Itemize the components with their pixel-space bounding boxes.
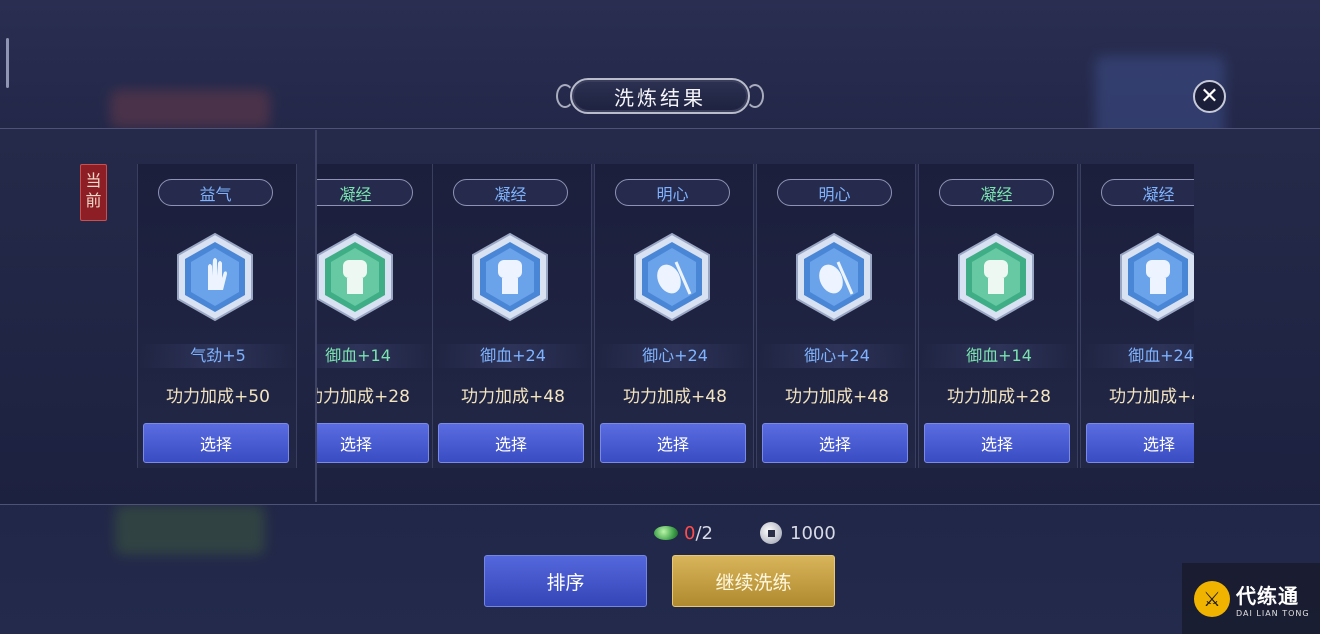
card-name: 凝经 (939, 179, 1054, 206)
card-power: 功力加成+28 (317, 387, 410, 407)
watermark-logo-icon: ⚔ (1194, 580, 1230, 617)
dialog-title: 洗炼结果 (570, 78, 750, 114)
select-button[interactable]: 选择 (143, 423, 289, 463)
watermark-subtext: DAI LIAN TONG (1236, 608, 1310, 618)
card-power: 功力加成+48 (1109, 387, 1194, 407)
current-tag: 当前 (80, 164, 107, 221)
result-card: 凝经 御血+14 功力加成+28 选择 (918, 164, 1079, 468)
watermark: ⚔ 代练通 DAI LIAN TONG (1182, 563, 1320, 634)
fist-icon (1120, 232, 1194, 322)
sort-button[interactable]: 排序 (484, 555, 647, 607)
result-card: 凝经 御血+14 功力加成+28 选择 (317, 164, 438, 468)
watermark-text: 代练通 (1236, 583, 1299, 608)
close-button[interactable]: ✕ (1193, 80, 1226, 113)
card-power: 功力加成+50 (166, 387, 270, 407)
current-card: 益气 气劲+5 功力加成+50 选择 (137, 164, 298, 468)
coin-amount: 1000 (790, 522, 836, 544)
fist-icon (317, 232, 393, 322)
card-name: 凝经 (317, 179, 413, 206)
result-cards-scroller[interactable]: 凝经 御血+14 功力加成+28 选择 凝经 御血+24 功力加成+48 选择 … (317, 150, 1194, 480)
fist-icon (958, 232, 1034, 322)
fist-icon (472, 232, 548, 322)
card-power: 功力加成+48 (623, 387, 727, 407)
background-blur-panel (115, 505, 265, 555)
dialog-title-banner: 洗炼结果 (556, 76, 764, 116)
select-button[interactable]: 选择 (762, 423, 908, 463)
card-name: 凝经 (453, 179, 568, 206)
card-name: 明心 (615, 179, 730, 206)
card-stat: 御心+24 (757, 344, 917, 368)
result-card: 凝经 御血+24 功力加成+48 选择 (432, 164, 593, 468)
card-name: 明心 (777, 179, 892, 206)
select-button[interactable]: 选择 (924, 423, 1070, 463)
select-button[interactable]: 选择 (1086, 423, 1194, 463)
result-card: 明心 御心+24 功力加成+48 选择 (756, 164, 917, 468)
background-blur-panel (110, 90, 270, 128)
jade-icon (654, 526, 678, 540)
palm-icon (177, 232, 253, 322)
shield-icon (796, 232, 872, 322)
card-power: 功力加成+48 (461, 387, 565, 407)
title-ornament-right (746, 84, 764, 108)
select-button[interactable]: 选择 (600, 423, 746, 463)
scroll-indicator (6, 38, 9, 88)
coin-counter: 1000 (760, 520, 836, 546)
result-card: 明心 御心+24 功力加成+48 选择 (594, 164, 755, 468)
select-button[interactable]: 选择 (438, 423, 584, 463)
card-stat: 气劲+5 (138, 344, 298, 368)
card-stat: 御血+14 (317, 344, 438, 368)
gem-current: 0 (684, 522, 696, 544)
coin-icon (760, 522, 782, 544)
card-stat: 御血+14 (919, 344, 1079, 368)
continue-refine-button[interactable]: 继续洗练 (672, 555, 835, 607)
card-stat: 御血+24 (433, 344, 593, 368)
card-stat: 御血+24 (1081, 344, 1194, 368)
gem-counter: 0 /2 (654, 520, 713, 546)
card-power: 功力加成+48 (785, 387, 889, 407)
close-icon: ✕ (1200, 83, 1219, 109)
result-card: 凝经 御血+24 功力加成+48 选择 (1080, 164, 1194, 468)
card-name: 益气 (158, 179, 273, 206)
card-power: 功力加成+28 (947, 387, 1051, 407)
shield-icon (634, 232, 710, 322)
card-name: 凝经 (1101, 179, 1194, 206)
card-stat: 御心+24 (595, 344, 755, 368)
select-button[interactable]: 选择 (317, 423, 429, 463)
gem-total: /2 (695, 522, 713, 544)
